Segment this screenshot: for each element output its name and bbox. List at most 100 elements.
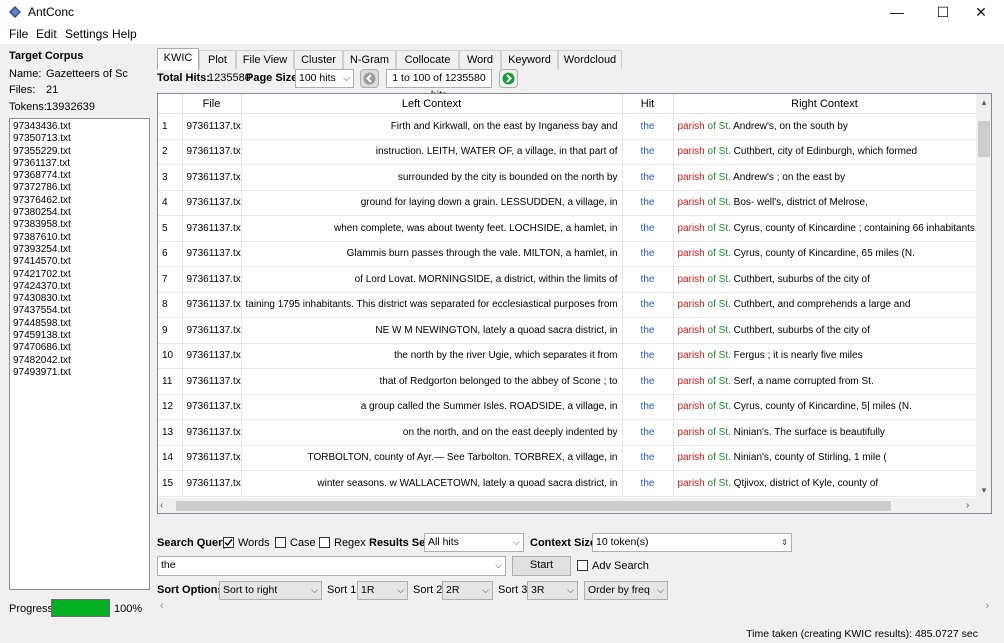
header-left-context[interactable]: Left Context [241,94,623,114]
scroll-down-icon[interactable]: ▾ [976,482,991,498]
tab-keyword[interactable]: Keyword [501,50,558,69]
table-row[interactable]: 4 97361137.txt ground for laying down a gr… [158,190,977,216]
table-row[interactable]: 5 97361137.txt when complete, was about tw… [158,215,977,242]
corpus-file-list[interactable]: 97343436.txt 97350713.txt 97355229.txt 9736… [9,118,150,590]
adv-search-checkbox[interactable] [577,560,588,571]
minimize-button[interactable]: — [874,0,920,24]
row-hit[interactable]: the [622,139,674,165]
table-row[interactable]: 9 97361137.txt NE W M NEWINGTON, lately a … [158,317,977,344]
tab-n-gram[interactable]: N-Gram [343,50,396,69]
corpus-file-item[interactable]: 97459138.txt [13,330,146,342]
scroll-right-icon[interactable]: › [985,600,989,612]
results-set-select[interactable]: All hits ⌵ [424,533,524,552]
search-query-input[interactable]: the ⌵ [157,556,506,576]
table-row[interactable]: 2 97361137.txt instruction. LEITH, WATER O… [158,139,977,165]
horizontal-scrollbar[interactable]: ‹ › [158,498,991,513]
vertical-scroll-thumb[interactable] [978,121,990,157]
corpus-file-item[interactable]: 97393254.txt [13,244,146,256]
tab-kwic[interactable]: KWIC [157,48,199,70]
regex-checkbox[interactable] [319,537,330,548]
table-row[interactable]: 13 97361137.txt on the north, and on the e… [158,419,977,446]
tab-cluster[interactable]: Cluster [294,50,343,69]
sort-mode-select[interactable]: Sort to right ⌵ [219,581,322,600]
table-row[interactable]: 14 97361137.txt TORBOLTON, county of Ayr.—… [158,445,977,471]
row-hit[interactable]: the [622,419,674,446]
table-row[interactable]: 7 97361137.txt of Lord Lovat. MORNINGSIDE,… [158,266,977,293]
previous-page-button[interactable] [360,69,379,88]
table-row[interactable]: 6 97361137.txt Glammis burn passes through… [158,241,977,267]
menu-help[interactable]: Help [112,27,137,41]
header-hit[interactable]: Hit [622,94,674,114]
tab-word[interactable]: Word [459,50,501,69]
corpus-file-item[interactable]: 97387610.txt [13,232,146,244]
row-hit[interactable]: the [622,164,674,191]
sort1-select[interactable]: 1R ⌵ [357,581,408,600]
corpus-file-item[interactable]: 97414570.txt [13,256,146,268]
sort2-select[interactable]: 2R ⌵ [442,581,493,600]
row-hit[interactable]: the [622,317,674,344]
header-file[interactable]: File [182,94,242,114]
corpus-file-item[interactable]: 97493971.txt [13,367,146,379]
scroll-left-icon[interactable]: ‹ [160,498,174,513]
table-row[interactable]: 10 97361137.txt the north by the river Ugi… [158,343,977,369]
menu-edit[interactable]: Edit [36,27,57,41]
header-right-context[interactable]: Right Context [673,94,977,114]
kwic-results-table[interactable]: File Left Context Hit Right Context 1 973… [157,93,992,514]
row-hit[interactable]: the [622,343,674,369]
bottom-scrollbar[interactable]: ‹ › [157,600,992,615]
corpus-file-item[interactable]: 97380254.txt [13,207,146,219]
corpus-file-item[interactable]: 97368774.txt [13,170,146,182]
context-size-spinner[interactable]: 10 token(s) ⇕ [592,533,792,552]
tab-file-view[interactable]: File View [236,50,294,69]
menu-settings[interactable]: Settings [65,27,108,41]
next-page-button[interactable] [499,69,518,88]
corpus-file-item[interactable]: 97376462.txt [13,195,146,207]
table-row[interactable]: 3 97361137.txt surrounded by the city is b… [158,164,977,191]
table-row[interactable]: 15 97361137.txt winter seasons. w WALLACET… [158,470,977,497]
corpus-file-item[interactable]: 97424370.txt [13,281,146,293]
row-hit[interactable]: the [622,266,674,293]
corpus-file-item[interactable]: 97372786.txt [13,182,146,194]
table-row[interactable]: 12 97361137.txt a group called the Summer … [158,394,977,420]
tab-wordcloud[interactable]: Wordcloud [558,50,622,69]
row-hit[interactable]: the [622,470,674,497]
sort3-select[interactable]: 3R ⌵ [527,581,578,600]
row-hit[interactable]: the [622,113,674,140]
corpus-file-item[interactable]: 97355229.txt [13,146,146,158]
page-size-select[interactable]: 100 hits ⌵ [295,69,354,88]
table-row[interactable]: 1 97361137.txt Firth and Kirkwall, on the … [158,113,977,140]
words-checkbox[interactable] [223,537,234,548]
corpus-file-item[interactable]: 97421702.txt [13,269,146,281]
table-row[interactable]: 11 97361137.txt that of Redgorton belonged… [158,368,977,395]
case-checkbox[interactable] [275,537,286,548]
corpus-file-item[interactable]: 97470686.txt [13,342,146,354]
row-hit[interactable]: the [622,368,674,395]
corpus-file-item[interactable]: 97343436.txt [13,121,146,133]
row-hit[interactable]: the [622,445,674,471]
scroll-left-icon[interactable]: ‹ [160,600,164,612]
vertical-scrollbar[interactable]: ▴ ▾ [976,94,991,498]
corpus-file-item[interactable]: 97448598.txt [13,318,146,330]
start-button[interactable]: Start [512,556,571,576]
corpus-file-item[interactable]: 97383958.txt [13,219,146,231]
row-hit[interactable]: the [622,190,674,216]
scroll-up-icon[interactable]: ▴ [976,94,991,110]
order-by-select[interactable]: Order by freq ⌵ [584,581,668,600]
corpus-file-item[interactable]: 97350713.txt [13,133,146,145]
menu-file[interactable]: File [9,27,28,41]
spinner-arrows-icon[interactable]: ⇕ [781,534,788,551]
corpus-file-item[interactable]: 97437554.txt [13,305,146,317]
horizontal-scroll-thumb[interactable] [176,501,891,511]
corpus-file-item[interactable]: 97482042.txt [13,355,146,367]
table-row[interactable]: 8 97361137.txt taining 1795 inhabitants. T… [158,292,977,318]
row-hit[interactable]: the [622,241,674,267]
row-hit[interactable]: the [622,215,674,242]
corpus-file-item[interactable]: 97361137.txt [13,158,146,170]
corpus-file-item[interactable]: 97430830.txt [13,293,146,305]
close-button[interactable]: ✕ [958,0,1004,24]
tab-plot[interactable]: Plot [199,50,236,69]
tab-collocate[interactable]: Collocate [396,50,459,69]
scroll-right-icon[interactable]: › [966,498,980,513]
row-hit[interactable]: the [622,394,674,420]
row-hit[interactable]: the [622,292,674,318]
